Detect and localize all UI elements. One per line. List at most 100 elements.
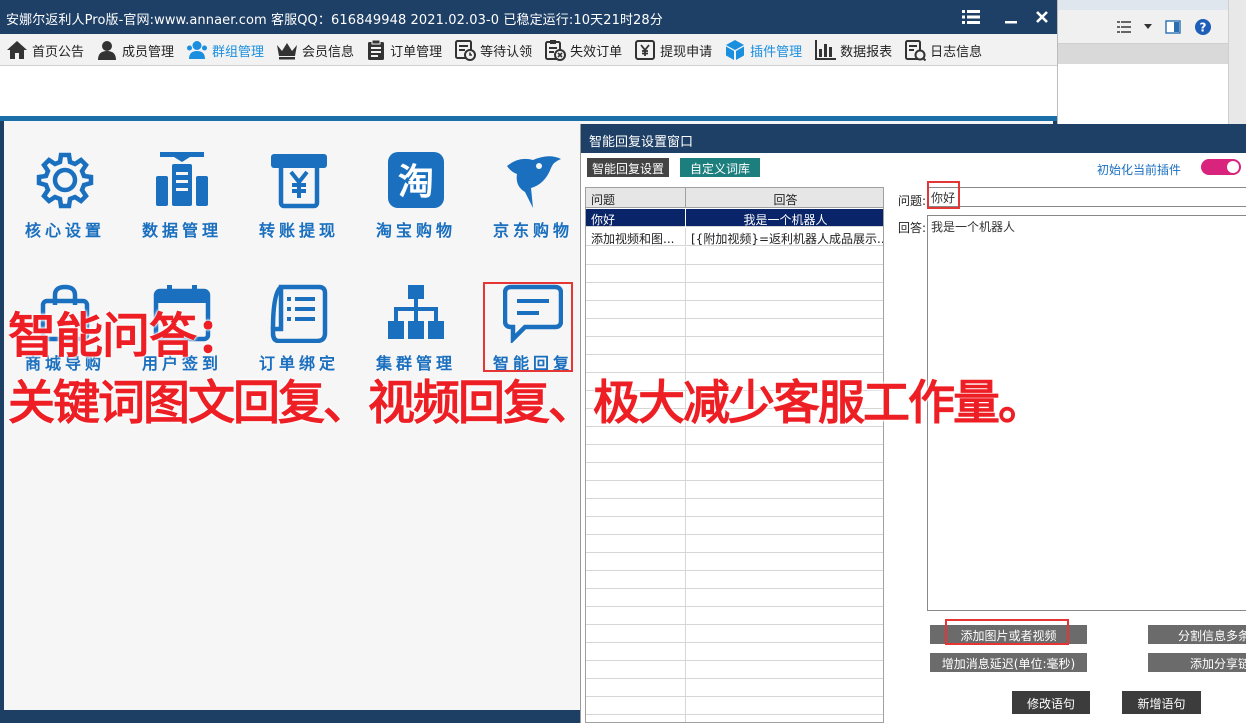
data-manage-icon (156, 152, 208, 206)
empty-table-row (586, 337, 883, 355)
plugin-transfer-withdraw[interactable]: 转账提现 (242, 150, 352, 260)
menu-item-vip[interactable]: 会员信息 (270, 34, 360, 66)
background-toolbar: ? (1058, 10, 1228, 44)
help-icon[interactable]: ? (1194, 18, 1212, 36)
menu-item-plugins[interactable]: 插件管理 (718, 34, 808, 66)
empty-table-row (586, 319, 883, 337)
gear-icon (36, 152, 94, 209)
banner-subline: 关键词图文回复、视频回复、极大减少客服工作量。 (8, 376, 1045, 431)
person-icon (98, 41, 117, 60)
minimize-icon (1005, 21, 1017, 24)
window-title: 安娜尔返利人Pro版-官网:www.annaer.com 客服QQ：616849… (6, 13, 663, 28)
menu-item-orders[interactable]: 订单管理 (360, 34, 448, 66)
split-message-button[interactable]: 分割信息多条 (1148, 625, 1246, 644)
menu-item-withdraw[interactable]: 提现申请 (628, 34, 718, 66)
menu-item-label: 会员信息 (302, 44, 355, 60)
yen-icon (635, 40, 656, 60)
title-bar: 安娜尔返利人Pro版-官网:www.annaer.com 客服QQ：616849… (0, 0, 1057, 34)
empty-table-row (586, 679, 883, 697)
tab-smart-reply-settings[interactable]: 智能回复设置 (587, 158, 670, 177)
view-list-icon[interactable] (1117, 20, 1131, 34)
empty-cell (586, 535, 686, 553)
cube-icon (726, 40, 745, 60)
plugin-label: 核心设置 (24, 221, 105, 240)
table-header: 问题 回答 (586, 188, 883, 208)
crown-icon (277, 43, 298, 60)
dialog-title: 智能回复设置窗口 (581, 124, 1246, 153)
menu-item-label: 插件管理 (750, 44, 803, 60)
empty-table-row (586, 517, 883, 535)
background-title-strip (1058, 0, 1246, 10)
add-delay-button[interactable]: 增加消息延迟(单位:毫秒) (930, 653, 1087, 672)
menu-item-label: 日志信息 (930, 44, 983, 60)
background-content (1058, 64, 1228, 130)
empty-table-row (586, 643, 883, 661)
menu-item-label: 数据报表 (840, 44, 893, 60)
wait-icon (455, 40, 477, 61)
menu-item-members[interactable]: 成员管理 (90, 34, 180, 66)
menu-item-label: 提现申请 (660, 44, 713, 60)
cell-answer: [{附加视频}=返利机器人成品展示... (691, 232, 884, 246)
modify-statement-button[interactable]: 修改语句 (1012, 691, 1090, 714)
empty-cell (586, 265, 686, 283)
group-icon (187, 41, 208, 59)
column-header-answer[interactable]: 回答 (686, 188, 883, 208)
empty-cell (586, 517, 686, 535)
close-button[interactable] (1029, 5, 1055, 29)
minimize-button[interactable] (998, 5, 1024, 29)
background-header (1058, 44, 1228, 64)
empty-cell (586, 607, 686, 625)
menu-item-groups[interactable]: 群组管理 (180, 34, 270, 66)
menu-item-reports[interactable]: 数据报表 (808, 34, 898, 66)
menu-item-home[interactable]: 首页公告 (0, 34, 90, 66)
menu-item-logs[interactable]: 日志信息 (898, 34, 988, 66)
taobao-glyph: 淘 (398, 162, 434, 203)
menu-item-label: 成员管理 (122, 44, 175, 60)
plugin-data-management[interactable]: 数据管理 (125, 150, 235, 260)
empty-table-row (586, 445, 883, 463)
svg-text:?: ? (1200, 21, 1207, 35)
empty-cell (586, 247, 686, 265)
column-header-question[interactable]: 问题 (586, 188, 686, 208)
tab-custom-dictionary[interactable]: 自定义词库 (680, 158, 761, 177)
empty-cell (586, 571, 686, 589)
bar-chart-icon (815, 40, 837, 60)
answer-label: 回答: (898, 221, 927, 235)
plugin-label: 京东购物 (492, 221, 573, 240)
plugin-label: 淘宝购物 (375, 221, 456, 240)
empty-table-row (586, 301, 883, 319)
transfer-icon (271, 154, 327, 209)
cell-question: 你好 (586, 209, 686, 227)
clipboard-icon (368, 39, 385, 60)
empty-cell (586, 697, 686, 715)
jd-icon (507, 156, 561, 208)
empty-table-row (586, 625, 883, 643)
plugin-label: 转账提现 (258, 221, 339, 240)
menu-item-label: 订单管理 (390, 44, 443, 60)
menu-item-label: 首页公告 (32, 44, 85, 60)
plugin-core-settings[interactable]: 核心设置 (8, 150, 118, 260)
menu-item-pending[interactable]: 等待认领 (448, 34, 538, 66)
menu-item-invalid-orders[interactable]: 失效订单 (538, 34, 628, 66)
plugin-jd[interactable]: 京东购物 (476, 150, 586, 260)
table-row[interactable]: 添加视频和图... [{附加视频}=返利机器人成品展示... (586, 228, 884, 246)
highlight-box (483, 282, 573, 372)
dropdown-arrow-icon[interactable] (1144, 24, 1152, 30)
highlight-box (927, 181, 960, 209)
menu-list-button[interactable] (958, 5, 984, 29)
empty-cell (586, 661, 686, 679)
scrollbar[interactable] (1228, 0, 1246, 130)
banner-headline: 智能问答： (8, 308, 244, 364)
question-input[interactable] (927, 187, 1246, 207)
empty-cell (586, 499, 686, 517)
empty-table-row (586, 553, 883, 571)
empty-table-row (586, 463, 883, 481)
add-share-link-button[interactable]: 添加分享链接 (1148, 653, 1246, 672)
plugin-taobao[interactable]: 淘 淘宝购物 (359, 150, 469, 260)
table-row[interactable]: 你好 我是一个机器人 (586, 209, 883, 227)
highlight-box (945, 619, 1069, 645)
new-statement-button[interactable]: 新增语句 (1122, 691, 1201, 714)
init-plugin-label: 初始化当前插件 (1097, 163, 1182, 177)
plugin-toggle[interactable] (1201, 159, 1241, 175)
preview-pane-icon[interactable] (1165, 19, 1181, 35)
